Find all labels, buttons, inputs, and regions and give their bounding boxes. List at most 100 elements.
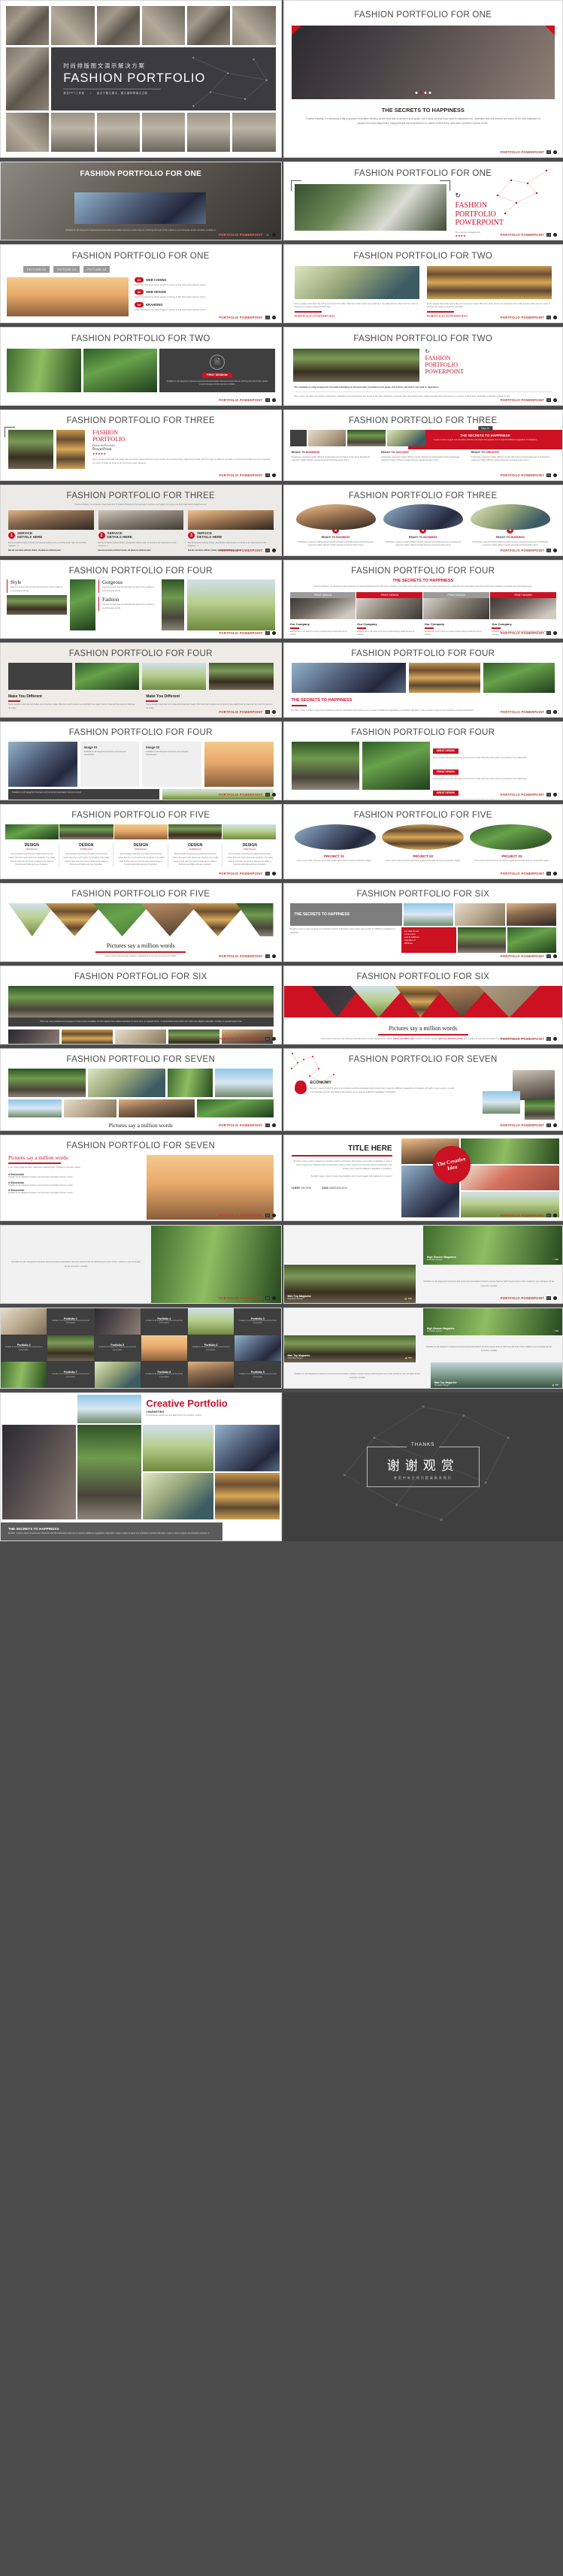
slide-26[interactable]: FASHION PORTFOLIO FOR SEVEN ECONOMY By f…	[283, 1048, 563, 1131]
footer-slide-icon[interactable]	[265, 793, 270, 797]
tab-picture-03[interactable]: PICTURE 03	[83, 266, 110, 273]
slide-32[interactable]: Creative Portfolio | MARKETING Convenien…	[0, 1392, 282, 1541]
footer-gear-icon[interactable]	[553, 954, 557, 958]
slide-14-tab-2[interactable]: PRINT DESIGN	[356, 592, 423, 599]
footer-gear-icon[interactable]	[271, 954, 276, 958]
slide-07[interactable]: FASHION PORTFOLIO FOR TWO 🖹 FIRST SESSIO…	[0, 327, 282, 406]
slide-10[interactable]: FASHION PORTFOLIO FOR THREE Page 05 THE …	[283, 410, 563, 481]
footer-gear-icon[interactable]	[271, 710, 276, 714]
slide-12[interactable]: FASHION PORTFOLIO FOR THREE ★ READY TO B…	[283, 485, 563, 556]
footer-gear-icon[interactable]	[271, 473, 276, 477]
footer-gear-icon[interactable]	[553, 473, 557, 477]
footer-gear-icon[interactable]	[553, 872, 557, 875]
slide-02[interactable]: FASHION PORTFOLIO FOR ONE THE SECRETS TO…	[283, 0, 563, 158]
footer-gear-icon[interactable]	[553, 316, 557, 319]
footer-slide-icon[interactable]	[265, 473, 270, 477]
footer-gear-icon[interactable]	[553, 793, 557, 797]
slide-25[interactable]: FASHION PORTFOLIO FOR SEVEN Pictures say…	[0, 1048, 282, 1131]
slide-09[interactable]: FASHION PORTFOLIO FOR THREE FASHION PORT…	[0, 410, 282, 481]
slide-08[interactable]: FASHION PORTFOLIO FOR TWO ↻ FASHION PORT…	[283, 327, 563, 406]
footer-gear-icon[interactable]	[553, 710, 557, 714]
slide-21[interactable]: FASHION PORTFOLIO FOR FIVE Pictures say …	[0, 883, 282, 962]
slide-05[interactable]: FASHION PORTFOLIO FOR ONE PICTURE 01 PIC…	[0, 244, 282, 323]
footer-gear-icon[interactable]	[271, 233, 276, 237]
slide-05-tabs[interactable]: PICTURE 01 PICTURE 02 PICTURE 03	[23, 266, 281, 273]
footer-slide-icon[interactable]	[265, 872, 270, 875]
footer-slide-icon[interactable]	[546, 872, 551, 875]
footer-slide-icon[interactable]	[546, 954, 551, 958]
footer-slide-icon[interactable]	[546, 1123, 551, 1127]
slide-11[interactable]: FASHION PORTFOLIO FOR THREE Positive thi…	[0, 485, 282, 556]
slide-14-tab-1[interactable]: PRINT DESIGN	[289, 592, 356, 599]
footer-slide-icon[interactable]	[265, 631, 270, 635]
footer-gear-icon[interactable]	[553, 1037, 557, 1041]
slide-04[interactable]: FASHION PORTFOLIO FOR ONE ↻ FASHION PORT…	[283, 162, 563, 240]
slide-16[interactable]: FASHION PORTFOLIO FOR FOUR THE SECRETS T…	[283, 642, 563, 718]
footer-slide-icon[interactable]	[265, 954, 270, 958]
slide-29[interactable]: Suitable for all categories business and…	[0, 1225, 282, 1304]
footer-slide-icon[interactable]	[546, 631, 551, 635]
footer-gear-icon[interactable]	[553, 1123, 557, 1127]
dot-4[interactable]	[428, 92, 431, 94]
footer-gear-icon[interactable]	[553, 398, 557, 402]
footer-gear-icon[interactable]	[271, 1214, 276, 1217]
slide-17[interactable]: FASHION PORTFOLIO FOR FOUR Image 01 Suit…	[0, 721, 282, 800]
footer-gear-icon[interactable]	[271, 1037, 276, 1041]
footer-gear-icon[interactable]	[271, 872, 276, 875]
slide-30[interactable]: High Season Magazine Illustration Design…	[283, 1225, 563, 1304]
footer-slide-icon[interactable]	[265, 1037, 270, 1041]
dot-3[interactable]	[424, 92, 427, 94]
footer-gear-icon[interactable]	[553, 631, 557, 635]
slide-14-tab-4[interactable]: PRINT DESIGN	[490, 592, 556, 599]
footer-slide-icon[interactable]	[546, 549, 551, 552]
footer-slide-icon[interactable]	[546, 316, 551, 319]
slide-23[interactable]: FASHION PORTFOLIO FOR SIX There are many…	[0, 966, 282, 1045]
footer-gear-icon[interactable]	[271, 549, 276, 552]
footer-slide-icon[interactable]	[265, 1214, 270, 1217]
dot-2[interactable]	[419, 92, 422, 94]
slide-15[interactable]: FASHION PORTFOLIO FOR FOUR Make You Diff…	[0, 642, 282, 718]
slide-27[interactable]: FASHION PORTFOLIO FOR SEVEN Pictures say…	[0, 1135, 282, 1221]
footer-gear-icon[interactable]	[553, 233, 557, 237]
slide-14[interactable]: FASHION PORTFOLIO FOR FOUR THE SECRETS T…	[283, 560, 563, 639]
footer-gear-icon[interactable]	[271, 1123, 276, 1127]
tab-picture-02[interactable]: PICTURE 02	[53, 266, 80, 273]
footer-gear-icon[interactable]	[271, 631, 276, 635]
footer-slide-icon[interactable]	[546, 1214, 551, 1217]
slide-28[interactable]: TITLE HERE By faith I mean a vision of g…	[283, 1135, 563, 1221]
slide-31[interactable]: Portfolio 1 Suitable for all categories …	[0, 1308, 282, 1389]
slide-18[interactable]: FASHION PORTFOLIO FOR FOUR GREAT DESIGN …	[283, 721, 563, 800]
footer-slide-icon[interactable]	[546, 473, 551, 477]
slide-03[interactable]: FASHION PORTFOLIO FOR ONE Suitable for a…	[0, 162, 282, 240]
footer-slide-icon[interactable]	[546, 1037, 551, 1041]
tab-picture-01[interactable]: PICTURE 01	[23, 266, 50, 273]
footer-gear-icon[interactable]	[271, 316, 276, 319]
footer-slide-icon[interactable]	[546, 793, 551, 797]
slide-cover[interactable]: 时尚排版图文演示解决方案 FASHION PORTFOLIO 夏至PPT工作室 …	[0, 0, 282, 158]
footer-slide-icon[interactable]	[546, 710, 551, 714]
footer-slide-icon[interactable]	[546, 150, 551, 154]
slide-20[interactable]: FASHION PORTFOLIO FOR FIVE PROJECT 01 Lo…	[283, 804, 563, 879]
footer-slide-icon[interactable]	[265, 233, 270, 237]
footer-gear-icon[interactable]	[271, 793, 276, 797]
footer-gear-icon[interactable]	[271, 1296, 276, 1300]
footer-slide-icon[interactable]	[265, 710, 270, 714]
footer-slide-icon[interactable]	[265, 398, 270, 402]
dot-1[interactable]	[415, 92, 418, 94]
footer-gear-icon[interactable]	[553, 549, 557, 552]
footer-slide-icon[interactable]	[265, 1123, 270, 1127]
footer-gear-icon[interactable]	[553, 150, 557, 154]
footer-gear-icon[interactable]	[553, 1296, 557, 1300]
slide-02-carousel-dots[interactable]	[415, 92, 431, 94]
slide-14-tab-3[interactable]: PRINT DESIGN	[423, 592, 490, 599]
slide-19[interactable]: FASHION PORTFOLIO FOR FIVE DESIGN PORTFO…	[0, 804, 282, 879]
footer-slide-icon[interactable]	[546, 1296, 551, 1300]
footer-slide-icon[interactable]	[265, 316, 270, 319]
footer-slide-icon[interactable]	[265, 1296, 270, 1300]
slide-22[interactable]: FASHION PORTFOLIO FOR SIX THE SECRETS TO…	[283, 883, 563, 962]
footer-gear-icon[interactable]	[553, 1214, 557, 1217]
footer-slide-icon[interactable]	[265, 549, 270, 552]
slide-24[interactable]: FASHION PORTFOLIO FOR SIX Pictures say a…	[283, 966, 563, 1045]
footer-gear-icon[interactable]	[271, 398, 276, 402]
slide-30b[interactable]: High Season Magazine Illustration Design…	[283, 1308, 563, 1389]
